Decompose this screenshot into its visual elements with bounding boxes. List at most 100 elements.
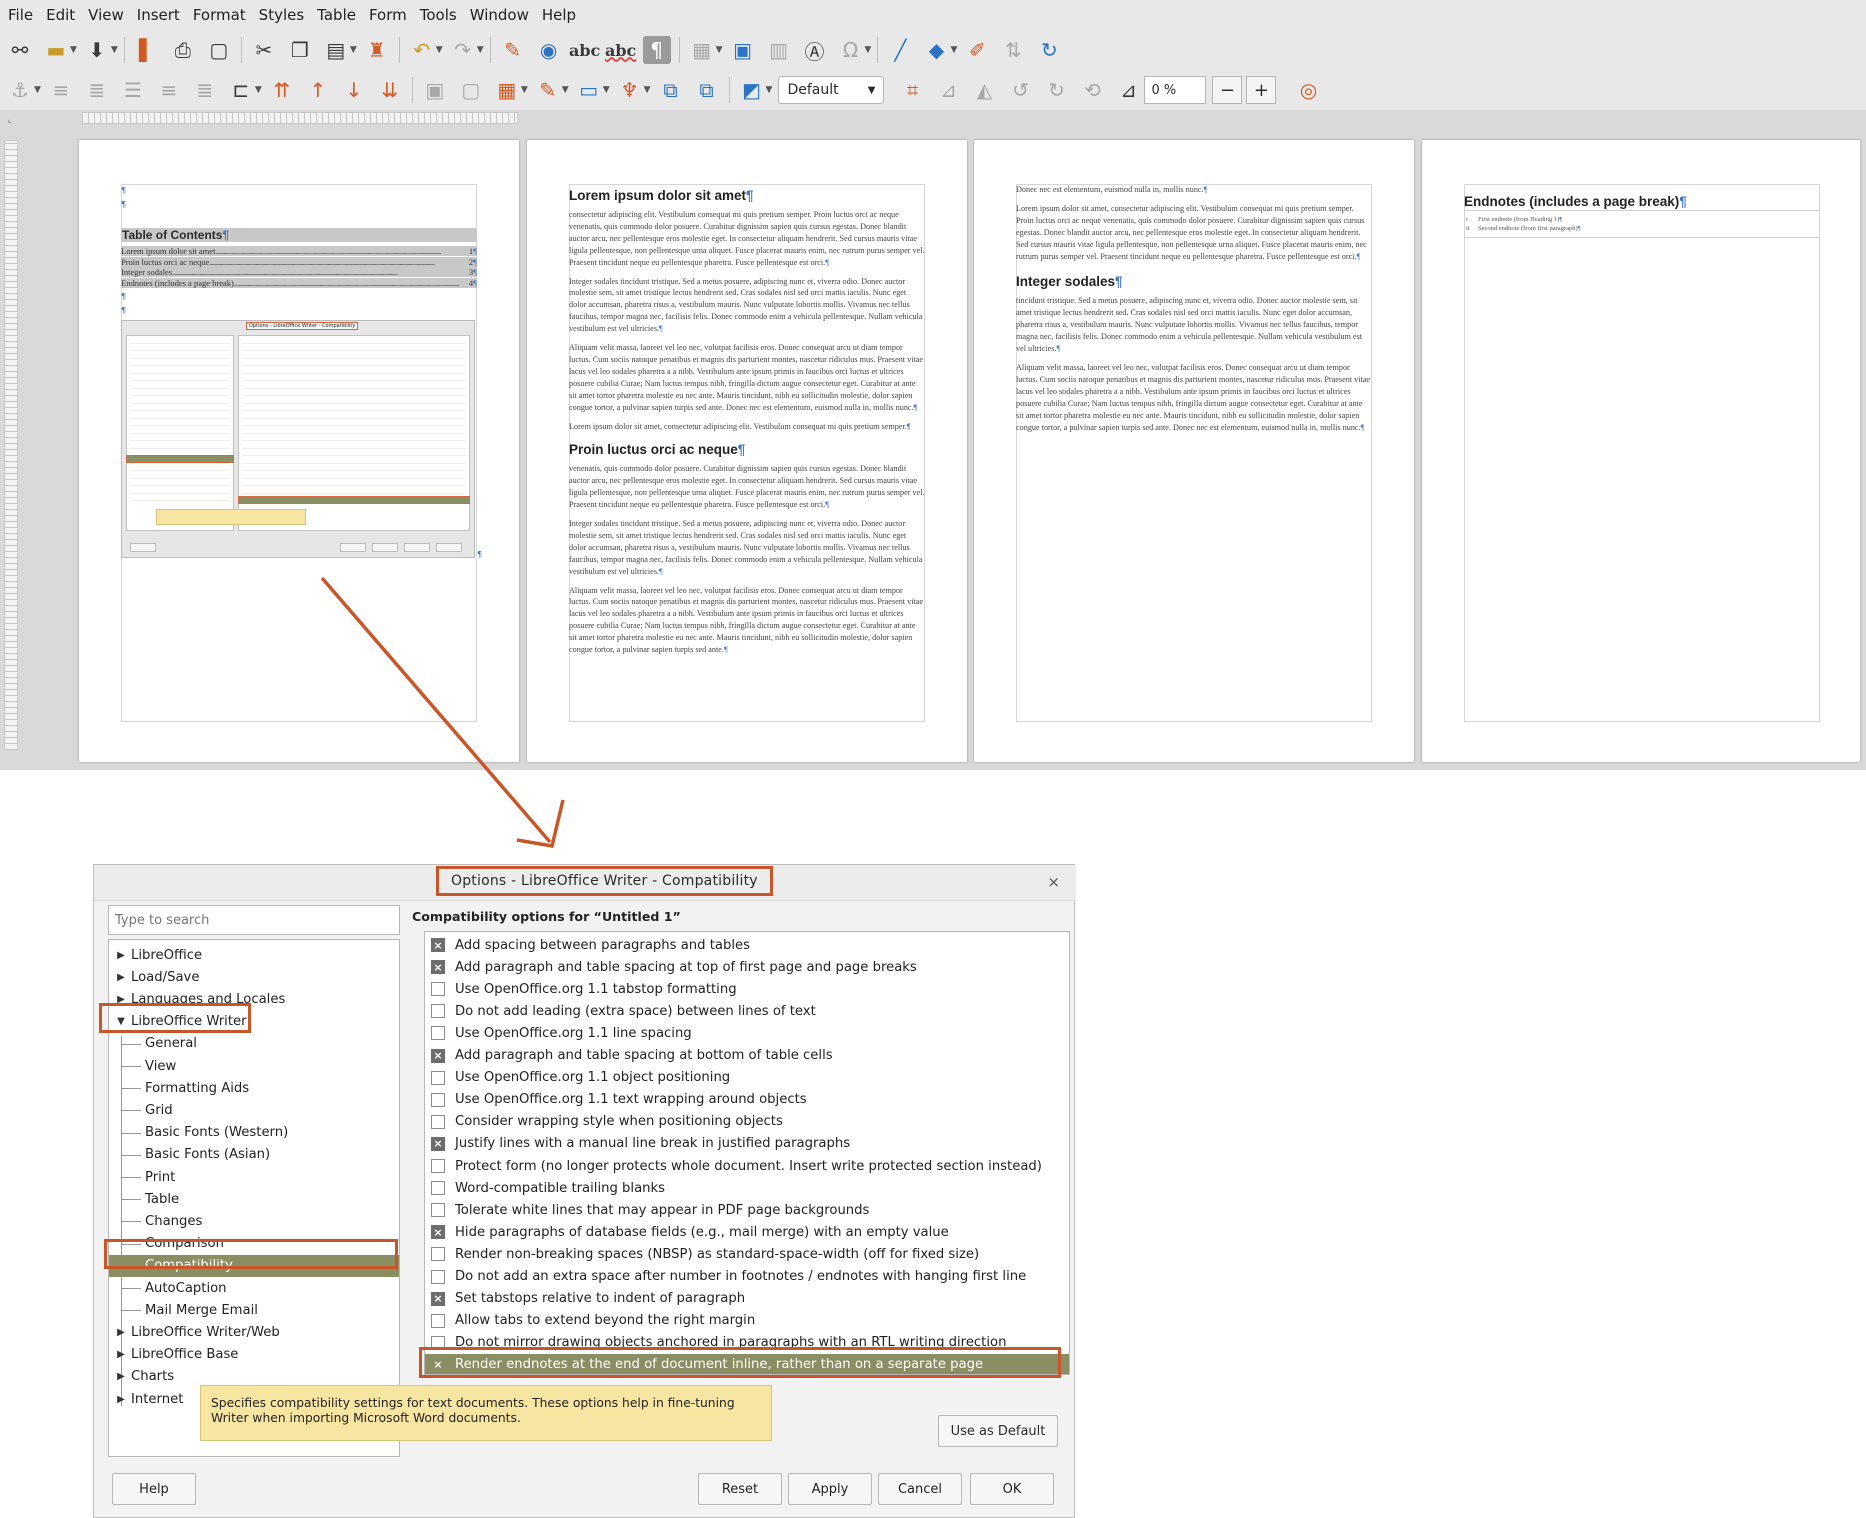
use-as-default-button[interactable]: Use as Default: [938, 1415, 1058, 1447]
clone-formatting-icon[interactable]: ♜: [363, 36, 391, 64]
sort-icon[interactable]: ⇅: [999, 36, 1027, 64]
option-checkbox[interactable]: [431, 1335, 445, 1350]
export-pdf-icon[interactable]: ▌: [133, 36, 161, 64]
open-folder-icon[interactable]: ▬: [42, 36, 70, 64]
insert-text-box-icon[interactable]: Ⓐ: [801, 36, 829, 64]
option-row[interactable]: Use OpenOffice.org 1.1 text wrapping aro…: [425, 1089, 1069, 1111]
decrease-button[interactable]: −: [1212, 76, 1243, 104]
tree-item-autocaption[interactable]: AutoCaption: [109, 1277, 399, 1299]
option-checkbox[interactable]: [431, 1004, 445, 1019]
option-row[interactable]: × Add paragraph and table spacing at top …: [425, 956, 1069, 978]
basic-shapes-icon[interactable]: ◆: [922, 36, 950, 64]
endnote-entry[interactable]: ii Second endnote (from first paragraph)¶: [1466, 224, 1820, 233]
flip-vertical-icon[interactable]: ⊿: [934, 76, 962, 104]
heading-3[interactable]: Integer sodales¶: [1016, 274, 1372, 289]
option-row[interactable]: × Render endnotes at the end of document …: [425, 1353, 1069, 1374]
paste-icon[interactable]: ▤: [322, 36, 350, 64]
chevron-down-icon[interactable]: ▼: [477, 45, 484, 55]
option-checkbox[interactable]: ×: [431, 960, 445, 975]
print-preview-icon[interactable]: ▢: [205, 36, 233, 64]
menu-window[interactable]: Window: [466, 6, 538, 24]
tree-item-table[interactable]: Table: [109, 1188, 399, 1210]
borders-icon[interactable]: ▦: [493, 76, 521, 104]
chevron-down-icon[interactable]: ▼: [350, 45, 357, 55]
option-row[interactable]: × Set tabstops relative to indent of para…: [425, 1288, 1069, 1310]
link-frames-icon[interactable]: ⧉: [657, 76, 685, 104]
tree-item-general[interactable]: General: [109, 1033, 399, 1055]
document-page-4[interactable]: Endnotes (includes a page break)¶ i First…: [1422, 140, 1860, 762]
chevron-right-icon[interactable]: ▶: [111, 950, 131, 961]
cut-icon[interactable]: ✂: [250, 36, 278, 64]
option-row[interactable]: × Add paragraph and table spacing at bott…: [425, 1045, 1069, 1067]
option-row[interactable]: Consider wrapping style when positioning…: [425, 1111, 1069, 1133]
anchor-icon[interactable]: ⚓: [6, 76, 34, 104]
option-row[interactable]: Use OpenOffice.org 1.1 line spacing: [425, 1022, 1069, 1044]
option-row[interactable]: × Hide paragraphs of database fields (e.g…: [425, 1221, 1069, 1243]
chevron-down-icon[interactable]: ▼: [34, 85, 41, 95]
tree-item-print[interactable]: Print: [109, 1166, 399, 1188]
option-row[interactable]: Allow tabs to extend beyond the right ma…: [425, 1310, 1069, 1332]
crop-icon[interactable]: ⌗: [898, 76, 926, 104]
chevron-down-icon[interactable]: ▼: [603, 85, 610, 95]
option-checkbox[interactable]: ×: [431, 938, 445, 952]
wrap-optimal-icon[interactable]: ☰: [119, 76, 147, 104]
dialog-titlebar[interactable]: Options - LibreOffice Writer - Compatibi…: [94, 865, 1076, 901]
tree-item-formatting-aids[interactable]: Formatting Aids: [109, 1077, 399, 1099]
chevron-down-icon[interactable]: ▼: [111, 1016, 131, 1027]
navigator-icon[interactable]: ◉: [535, 36, 563, 64]
heading-2[interactable]: Proin luctus orci ac neque¶: [569, 442, 925, 457]
insert-image-icon[interactable]: ▣: [729, 36, 757, 64]
tree-item-libreoffice-base[interactable]: ▶ LibreOffice Base: [109, 1344, 399, 1366]
copy-icon[interactable]: ❐: [286, 36, 314, 64]
border-style-icon[interactable]: ✎: [534, 76, 562, 104]
chevron-down-icon[interactable]: ▼: [436, 45, 443, 55]
option-row[interactable]: Use OpenOffice.org 1.1 object positionin…: [425, 1067, 1069, 1089]
special-character-icon[interactable]: Ω: [837, 36, 865, 64]
tree-item-basic-fonts-asian-[interactable]: Basic Fonts (Asian): [109, 1144, 399, 1166]
chevron-right-icon[interactable]: ▶: [111, 1371, 131, 1382]
rotate-icon[interactable]: ⟲: [1078, 76, 1106, 104]
update-icon[interactable]: ↻: [1035, 36, 1063, 64]
document-page-1[interactable]: ¶ ¶ Table of Contents¶ Lorem ipsum dolor…: [79, 140, 519, 762]
wrap-page-icon[interactable]: ≣: [83, 76, 111, 104]
chevron-down-icon[interactable]: ▼: [950, 45, 957, 55]
auto-spellcheck-icon[interactable]: abc: [605, 36, 636, 64]
insert-table-icon[interactable]: ▦: [688, 36, 716, 64]
rotate-left-icon[interactable]: ↺: [1006, 76, 1034, 104]
menu-styles[interactable]: Styles: [255, 6, 314, 24]
chevron-down-icon[interactable]: ▼: [111, 45, 118, 55]
option-checkbox[interactable]: [431, 1159, 445, 1173]
border-color-icon[interactable]: ▭: [575, 76, 603, 104]
body-paragraph[interactable]: Lorem ipsum dolor sit amet, consectetur …: [1016, 203, 1372, 263]
to-foreground-icon[interactable]: ▣: [421, 76, 449, 104]
option-checkbox[interactable]: [431, 1026, 445, 1041]
option-checkbox[interactable]: [431, 1070, 445, 1085]
chevron-down-icon[interactable]: ▼: [521, 85, 528, 95]
find-binoculars-icon[interactable]: ⚯: [6, 36, 34, 64]
option-checkbox[interactable]: ×: [431, 1358, 445, 1372]
option-row[interactable]: × Justify lines with a manual line break …: [425, 1133, 1069, 1155]
menu-file[interactable]: File: [4, 6, 42, 24]
help-button[interactable]: Help: [112, 1473, 196, 1505]
chevron-down-icon[interactable]: ▼: [255, 85, 262, 95]
print-icon[interactable]: ⎙: [169, 36, 197, 64]
tree-item-basic-fonts-western-[interactable]: Basic Fonts (Western): [109, 1122, 399, 1144]
chevron-right-icon[interactable]: ▶: [111, 1349, 131, 1360]
close-icon[interactable]: ×: [1047, 873, 1060, 891]
option-checkbox[interactable]: ×: [431, 1291, 445, 1306]
send-to-back-icon[interactable]: ⇊: [376, 76, 404, 104]
reset-button[interactable]: Reset: [698, 1473, 782, 1505]
option-row[interactable]: Tolerate white lines that may appear in …: [425, 1199, 1069, 1221]
background-color-icon[interactable]: ♆: [616, 76, 644, 104]
back-one-icon[interactable]: ↓: [340, 76, 368, 104]
insert-line-icon[interactable]: ╱: [886, 36, 914, 64]
draw-functions-icon[interactable]: ✐: [963, 36, 991, 64]
chevron-down-icon[interactable]: ▼: [70, 45, 77, 55]
menu-insert[interactable]: Insert: [133, 6, 189, 24]
bring-to-front-icon[interactable]: ⇈: [268, 76, 296, 104]
option-row[interactable]: Word-compatible trailing blanks: [425, 1177, 1069, 1199]
toc-entry[interactable]: Endnotes (includes a page break)........…: [121, 277, 477, 288]
forward-one-icon[interactable]: ↑: [304, 76, 332, 104]
frame-properties-icon[interactable]: ◩: [738, 76, 766, 104]
toc-entry[interactable]: Integer sodales.........................…: [121, 267, 477, 277]
